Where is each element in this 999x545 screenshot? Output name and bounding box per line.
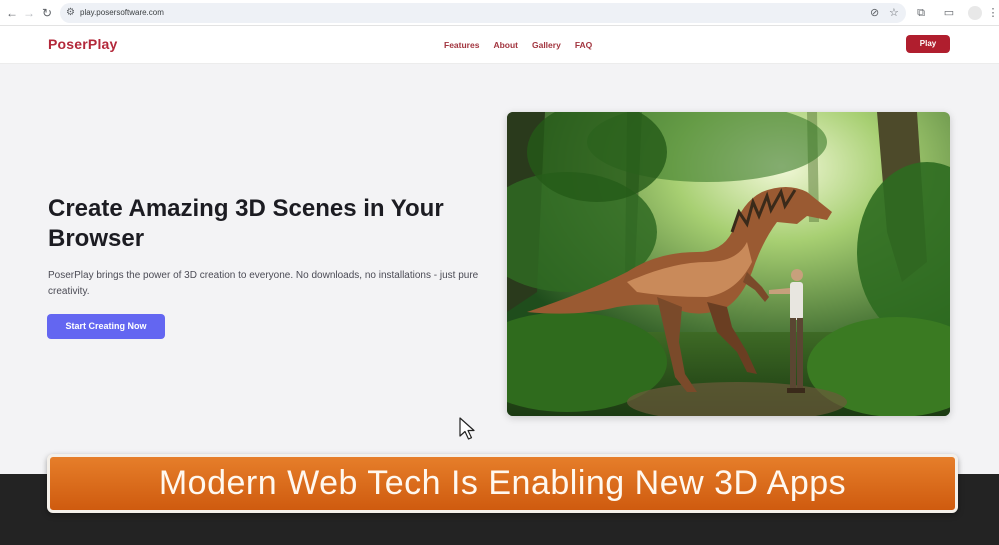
start-creating-button[interactable]: Start Creating Now — [47, 314, 165, 339]
play-button[interactable]: Play — [906, 35, 950, 53]
caption-text: Modern Web Tech Is Enabling New 3D Apps — [158, 464, 847, 502]
cast-icon[interactable]: ▭ — [940, 4, 958, 22]
address-bar[interactable]: ⚙ play.posersoftware.com ⊘ ☆ — [60, 3, 906, 23]
site-header: PoserPlay Features About Gallery FAQ Pla… — [0, 26, 999, 64]
hero-image — [507, 112, 950, 416]
nav-about[interactable]: About — [493, 40, 518, 50]
reload-icon[interactable]: ↻ — [38, 4, 56, 22]
back-icon[interactable]: ← — [3, 4, 21, 22]
site-info-icon[interactable]: ⚙ — [66, 5, 75, 21]
caption-banner: Modern Web Tech Is Enabling New 3D Apps — [47, 454, 958, 513]
main-nav: Features About Gallery FAQ — [444, 26, 592, 64]
menu-icon[interactable]: ⋮ — [984, 4, 999, 22]
forward-icon[interactable]: → — [20, 4, 38, 22]
browser-toolbar: ← → ↻ ⚙ play.posersoftware.com ⊘ ☆ ⧉ ▭ ⋮ — [0, 0, 999, 26]
star-icon[interactable]: ☆ — [889, 5, 899, 21]
site-logo[interactable]: PoserPlay — [48, 36, 118, 52]
hero-description: PoserPlay brings the power of 3D creatio… — [48, 270, 479, 297]
mouse-cursor-icon — [459, 417, 475, 440]
hero-section: Create Amazing 3D Scenes in Your Browser… — [0, 64, 999, 474]
url-text[interactable]: play.posersoftware.com — [80, 3, 164, 23]
profile-avatar[interactable] — [968, 6, 982, 20]
nav-faq[interactable]: FAQ — [575, 40, 592, 50]
eye-off-icon[interactable]: ⊘ — [870, 5, 879, 21]
hero-title: Create Amazing 3D Scenes in Your Browser — [48, 195, 444, 252]
nav-features[interactable]: Features — [444, 40, 479, 50]
nav-gallery[interactable]: Gallery — [532, 40, 561, 50]
extensions-icon[interactable]: ⧉ — [912, 4, 930, 22]
